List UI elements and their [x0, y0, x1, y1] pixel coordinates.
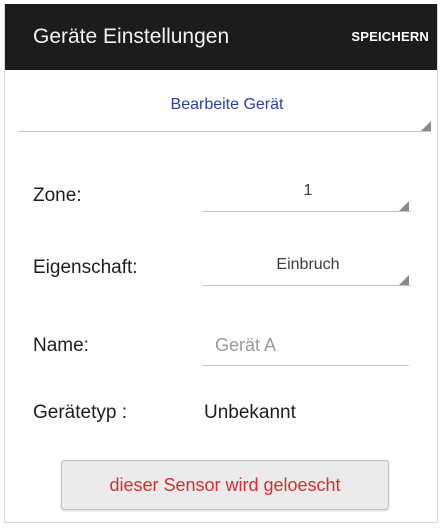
property-select-underline — [203, 285, 411, 286]
zone-label: Zone: — [33, 185, 82, 206]
device-select-value: Bearbeite Gerät — [170, 96, 284, 113]
name-label: Name: — [33, 335, 89, 356]
name-input[interactable] — [203, 326, 409, 366]
property-label: Eigenschaft: — [33, 257, 138, 278]
settings-screen: Geräte Einstellungen SPEICHERN Bearbeite… — [4, 4, 438, 523]
dropdown-arrow-icon — [421, 121, 431, 131]
app-bar: Geräte Einstellungen SPEICHERN — [5, 4, 437, 70]
device-select-underline — [19, 131, 431, 132]
device-type-value: Unbekannt — [204, 402, 296, 423]
dropdown-arrow-icon — [399, 275, 409, 285]
zone-select[interactable]: 1 — [203, 170, 413, 214]
save-button[interactable]: SPEICHERN — [351, 29, 429, 44]
property-select[interactable]: Einbruch — [203, 244, 413, 288]
page-title: Geräte Einstellungen — [33, 25, 230, 48]
zone-select-underline — [203, 211, 411, 212]
device-type-label: Gerätetyp : — [33, 402, 127, 423]
delete-sensor-button[interactable]: dieser Sensor wird geloescht — [61, 460, 389, 510]
device-select[interactable]: Bearbeite Gerät — [19, 70, 435, 134]
dropdown-arrow-icon — [399, 201, 409, 211]
property-select-value: Einbruch — [276, 256, 340, 273]
zone-select-value: 1 — [303, 182, 313, 199]
